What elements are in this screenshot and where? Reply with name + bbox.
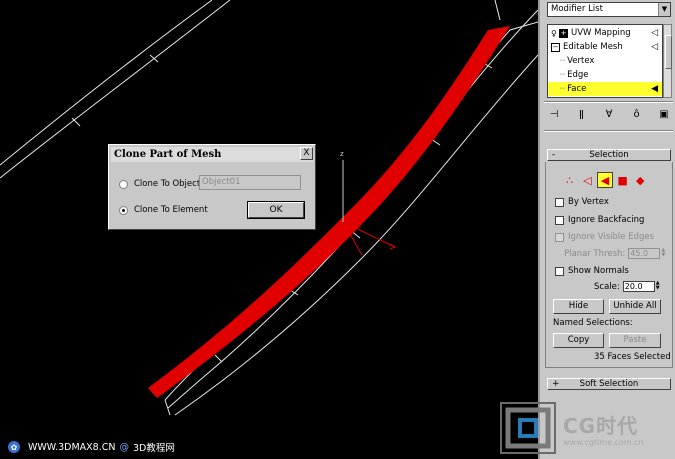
checkbox-box[interactable] <box>555 197 564 207</box>
ignore-backfacing-label: Ignore Backfacing <box>568 215 645 225</box>
gizmo-z-label: z <box>340 150 344 158</box>
planar-thresh-spinner: Planar Thresh: 45.0 ▲ ▼ <box>564 248 666 259</box>
stack-item-label: Edge <box>567 70 589 80</box>
close-button[interactable]: X <box>300 147 313 160</box>
dialog-title: Clone Part of Mesh <box>114 149 222 160</box>
stack-scrollbar[interactable] <box>663 24 672 98</box>
triangle-icon: ◁ <box>651 42 658 52</box>
ok-button[interactable]: OK <box>247 201 305 219</box>
radio-clone-to-object[interactable] <box>119 179 128 189</box>
paste-button: Paste <box>609 333 661 348</box>
collapse-icon: - <box>552 150 556 160</box>
clone-to-element-option[interactable]: Clone To Element <box>119 205 208 215</box>
divider <box>544 130 673 132</box>
watermark-name: 3D教程网 <box>132 443 175 454</box>
edge-icon[interactable]: ◁ <box>580 172 596 188</box>
clone-to-object-label: Clone To Object: <box>134 179 204 189</box>
planar-thresh-label: Planar Thresh: <box>564 248 626 259</box>
scrollbar-thumb[interactable] <box>665 35 672 69</box>
close-icon: X <box>303 148 310 158</box>
unhide-all-button[interactable]: Unhide All <box>609 299 661 314</box>
vertex-icon[interactable]: ∴ <box>562 172 578 188</box>
planar-thresh-field: 45.0 <box>628 248 661 259</box>
divider <box>544 101 673 103</box>
clone-to-element-label: Clone To Element <box>134 205 208 215</box>
triangle-icon: ◀ <box>651 84 658 94</box>
soft-selection-title: Soft Selection <box>579 379 639 389</box>
checkbox-box[interactable] <box>555 215 564 225</box>
face-icon[interactable]: ◀ <box>597 172 613 188</box>
tree-line-icon: ┈ <box>560 84 566 94</box>
stack-item-label: Editable Mesh <box>563 42 623 52</box>
cg-brand-text: CG时代 <box>563 414 639 438</box>
show-normals-label: Show Normals <box>568 266 629 276</box>
command-panel: Modifier List ▼ ♀ + UVW Mapping ◁ − Edit… <box>538 0 675 459</box>
watermark-at: @ <box>119 441 129 453</box>
hide-button[interactable]: Hide <box>553 299 604 314</box>
element-icon[interactable]: ◆ <box>632 172 648 188</box>
tree-line-icon: ┈ <box>560 70 566 80</box>
checkbox-box[interactable] <box>555 266 564 276</box>
radio-clone-to-element[interactable] <box>119 205 128 215</box>
show-end-result-icon[interactable]: ǁ <box>575 108 589 122</box>
named-selections-label: Named Selections: <box>553 318 633 328</box>
checkbox-box <box>555 232 564 242</box>
stack-item-label: Vertex <box>567 56 595 66</box>
stack-item-edge[interactable]: ┈ Edge <box>548 68 662 82</box>
by-vertex-label: By Vertex <box>568 197 609 207</box>
cg-brand-url: www.cgtime.com.cn <box>563 438 644 447</box>
pin-stack-icon[interactable]: ⊣ <box>547 108 561 122</box>
by-vertex-checkbox[interactable]: By Vertex <box>555 197 609 207</box>
watermark-site: WWW.3DMAX8.CN <box>28 441 116 453</box>
scale-field[interactable]: 20.0 <box>622 281 655 292</box>
triangle-icon: ◁ <box>651 28 658 38</box>
chevron-down-icon[interactable]: ▼ <box>658 3 670 16</box>
expand-icon: + <box>552 379 560 389</box>
stack-toolbar: ⊣ ǁ ∀ ô ▣ <box>547 106 671 124</box>
configure-sets-icon[interactable]: ▣ <box>657 108 671 122</box>
clone-to-object-option[interactable]: Clone To Object: <box>119 179 203 189</box>
watermark-left: ✿ WWW.3DMAX8.CN @ 3D教程网 <box>8 440 175 454</box>
cg-logo-icon <box>500 402 556 454</box>
expand-icon[interactable]: + <box>559 28 568 38</box>
clone-part-of-mesh-dialog: Clone Part of Mesh X Clone To Object: Ob… <box>108 144 316 230</box>
subobject-selector: ∴ ◁ ◀ ■ ◆ <box>562 171 648 189</box>
tree-line-icon: ┈ <box>560 56 566 66</box>
modifier-list-dropdown[interactable]: Modifier List ▼ <box>547 2 671 17</box>
object-name-field[interactable]: Object01 <box>199 175 301 190</box>
stack-item-face[interactable]: ┈ Face ◀ <box>548 82 662 96</box>
scale-spinner[interactable]: Scale: 20.0 ▲ ▼ <box>594 281 661 292</box>
stack-item-uvw-mapping[interactable]: ♀ + UVW Mapping ◁ <box>548 26 662 40</box>
stack-item-label: Face <box>567 84 587 94</box>
remove-modifier-icon[interactable]: ô <box>630 108 644 122</box>
ignore-visible-edges-checkbox: Ignore Visible Edges <box>555 232 654 242</box>
stack-item-editable-mesh[interactable]: − Editable Mesh ◁ <box>548 40 662 54</box>
polygon-icon[interactable]: ■ <box>615 172 631 188</box>
site-logo-icon: ✿ <box>8 441 20 453</box>
copy-button[interactable]: Copy <box>553 333 604 348</box>
make-unique-icon[interactable]: ∀ <box>602 108 616 122</box>
modifier-stack[interactable]: ♀ + UVW Mapping ◁ − Editable Mesh ◁ ┈ Ve… <box>547 24 663 98</box>
ignore-visible-edges-label: Ignore Visible Edges <box>568 232 655 242</box>
selection-status: 35 Faces Selected <box>594 352 671 362</box>
stack-item-label: UVW Mapping <box>571 28 631 38</box>
spinner-arrows-icon: ▲ ▼ <box>661 247 666 258</box>
selection-rollout-header[interactable]: - Selection <box>547 149 671 161</box>
scale-label: Scale: <box>594 281 620 292</box>
lightbulb-icon[interactable]: ♀ <box>551 29 559 38</box>
spinner-arrows-icon[interactable]: ▲ ▼ <box>655 281 661 292</box>
ignore-backfacing-checkbox[interactable]: Ignore Backfacing <box>555 215 644 225</box>
collapse-icon[interactable]: − <box>551 42 560 52</box>
soft-selection-rollout-header[interactable]: + Soft Selection <box>547 378 671 390</box>
show-normals-checkbox[interactable]: Show Normals <box>555 266 629 276</box>
modifier-list-label: Modifier List <box>551 4 603 14</box>
dialog-titlebar[interactable]: Clone Part of Mesh <box>111 147 313 162</box>
selection-rollout-title: Selection <box>589 150 629 160</box>
stack-item-vertex[interactable]: ┈ Vertex <box>548 54 662 68</box>
